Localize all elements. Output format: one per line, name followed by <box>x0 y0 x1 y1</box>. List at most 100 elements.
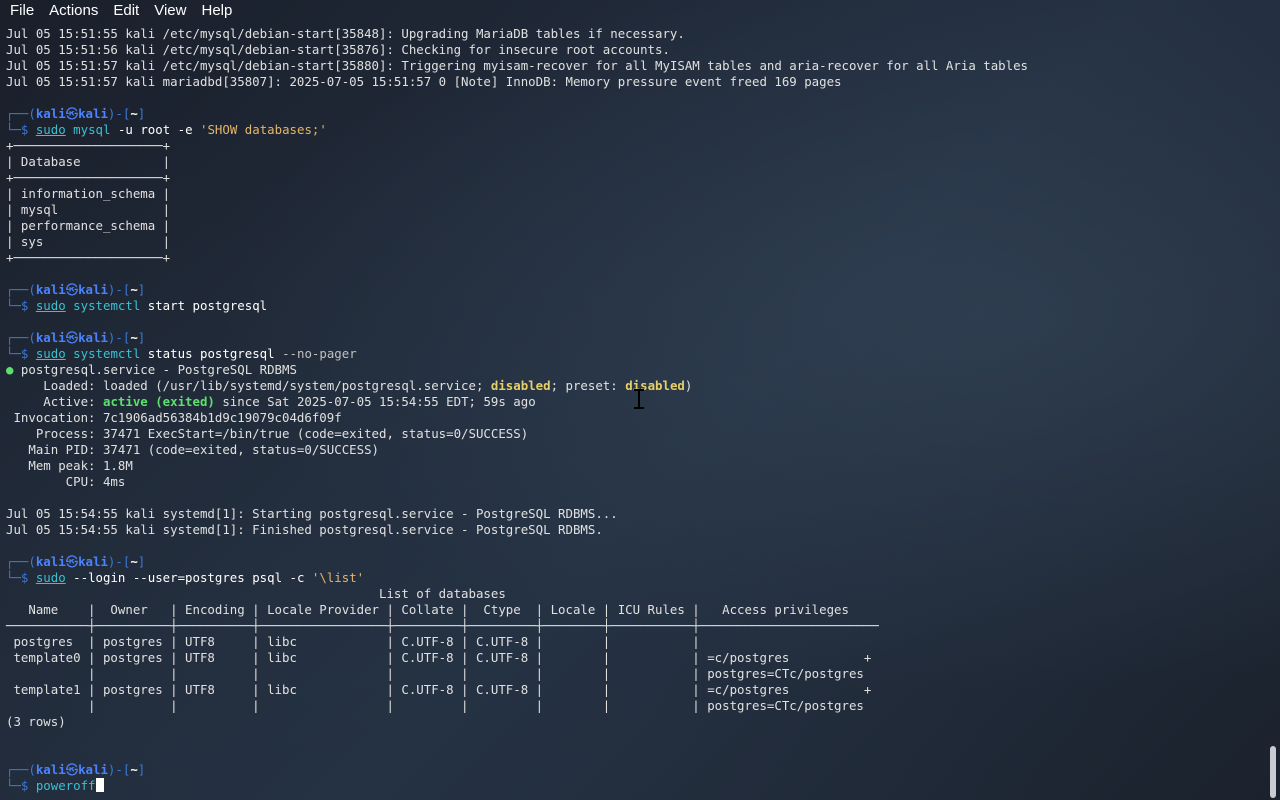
terminal-cursor <box>95 778 104 792</box>
cmd-bin: poweroff <box>35 778 96 793</box>
terminal-output[interactable]: Jul 05 15:51:55 kali /etc/mysql/debian-s… <box>0 22 1268 800</box>
status-active-line: Active: active (exited) since Sat 2025-0… <box>6 394 536 409</box>
log-line: Jul 05 15:51:56 kali /etc/mysql/debian-s… <box>6 42 670 57</box>
table-row: | | | | | | | | postgres=CTc/postgres <box>6 698 879 713</box>
log-line: Jul 05 15:51:57 kali /etc/mysql/debian-s… <box>6 58 1028 73</box>
prompt-line: ┌──(kali㉿kali)-[~] <box>6 330 145 345</box>
cmd-string: 'SHOW databases;' <box>200 122 327 137</box>
prompt-frame: ] <box>137 282 146 297</box>
command-line: └─$ sudo --login --user=postgres psql -c… <box>6 570 364 585</box>
prompt-host: kali <box>78 762 108 777</box>
table-row: postgres | postgres | UTF8 | libc | C.UT… <box>6 634 879 649</box>
prompt-host: kali <box>78 282 108 297</box>
terminal-scrollbar[interactable] <box>1270 746 1276 798</box>
prompt-path: ~ <box>130 762 138 777</box>
prompt-frame: ┌──( <box>6 762 36 777</box>
prompt-frame: )-[ <box>107 282 131 297</box>
status-line: CPU: 4ms <box>6 474 126 489</box>
prompt-host: kali <box>78 106 108 121</box>
skull-icon: ㉿ <box>65 282 79 297</box>
prompt-frame: ┌──( <box>6 282 36 297</box>
command-line: └─$ poweroff <box>6 778 104 793</box>
log-line: Jul 05 15:51:57 kali mariadbd[35807]: 20… <box>6 74 842 89</box>
cmd-args: -u root -e <box>117 122 193 137</box>
status-line: Process: 37471 ExecStart=/bin/true (code… <box>6 426 529 441</box>
table-row: | mysql | <box>6 202 171 217</box>
log-line: Jul 05 15:54:55 kali systemd[1]: Finishe… <box>6 522 603 537</box>
prompt-line: ┌──(kali㉿kali)-[~] <box>6 554 145 569</box>
table-row: | performance_schema | <box>6 218 171 233</box>
prompt-dollar: └─$ <box>6 570 36 585</box>
status-disabled: disabled <box>490 378 551 393</box>
prompt-frame: )-[ <box>107 762 131 777</box>
prompt-path: ~ <box>130 282 138 297</box>
prompt-frame: ] <box>137 330 146 345</box>
status-line: Main PID: 37471 (code=exited, status=0/S… <box>6 442 379 457</box>
table-row: template0 | postgres | UTF8 | libc | C.U… <box>6 650 879 665</box>
prompt-frame: ] <box>137 554 146 569</box>
cmd-sudo: sudo <box>35 346 66 361</box>
prompt-dollar: └─$ <box>6 298 36 313</box>
prompt-line: ┌──(kali㉿kali)-[~] <box>6 282 145 297</box>
table-border: +────────────────────+ <box>6 138 171 153</box>
status-bullet-icon: ● <box>6 362 14 377</box>
cmd-sudo: sudo <box>35 570 66 585</box>
prompt-frame: ] <box>137 106 146 121</box>
skull-icon: ㉿ <box>65 554 79 569</box>
prompt-dollar: └─$ <box>6 778 36 793</box>
menu-edit[interactable]: Edit <box>105 0 146 22</box>
cmd-sudo: sudo <box>35 122 66 137</box>
prompt-user: kali <box>35 762 66 777</box>
prompt-path: ~ <box>130 106 138 121</box>
text-cursor-icon <box>634 389 644 409</box>
command-line: └─$ sudo systemctl status postgresql --n… <box>6 346 357 361</box>
table-border: ───────────┼──────────┼──────────┼──────… <box>6 618 879 633</box>
cmd-bin: systemctl <box>73 298 141 313</box>
skull-icon: ㉿ <box>65 762 79 777</box>
cmd-args: --login --user=postgres psql -c <box>73 570 305 585</box>
terminal-menubar: File Actions Edit View Help <box>0 0 1280 22</box>
status-line: ● postgresql.service - PostgreSQL RDBMS <box>6 362 297 377</box>
log-line: Jul 05 15:54:55 kali systemd[1]: Startin… <box>6 506 618 521</box>
prompt-frame: ┌──( <box>6 106 36 121</box>
table-title: List of databases <box>6 586 879 601</box>
prompt-host: kali <box>78 330 108 345</box>
prompt-host: kali <box>78 554 108 569</box>
prompt-line: ┌──(kali㉿kali)-[~] <box>6 106 145 121</box>
cmd-string: '\list' <box>311 570 365 585</box>
prompt-frame: )-[ <box>107 554 131 569</box>
table-border: +────────────────────+ <box>6 170 171 185</box>
table-row: | information_schema | <box>6 186 171 201</box>
status-line: Mem peak: 1.8M <box>6 458 133 473</box>
command-line: └─$ sudo mysql -u root -e 'SHOW database… <box>6 122 327 137</box>
menu-actions[interactable]: Actions <box>41 0 105 22</box>
menu-file[interactable]: File <box>0 0 41 22</box>
table-footer: (3 rows) <box>6 714 66 729</box>
prompt-frame: )-[ <box>107 330 131 345</box>
prompt-user: kali <box>35 554 66 569</box>
table-header: | Database | <box>6 154 171 169</box>
status-line: Invocation: 7c1906ad56384b1d9c19079c04d6… <box>6 410 342 425</box>
prompt-frame: ] <box>137 762 146 777</box>
prompt-line: ┌──(kali㉿kali)-[~] <box>6 762 145 777</box>
prompt-path: ~ <box>130 330 138 345</box>
cmd-option: --no-pager <box>282 346 357 361</box>
status-loaded: Loaded: loaded (/usr/lib/systemd/system/… <box>6 378 693 393</box>
cmd-sudo: sudo <box>35 298 66 313</box>
prompt-user: kali <box>35 282 66 297</box>
cmd-args: status postgresql <box>147 346 275 361</box>
cmd-bin: mysql <box>73 122 111 137</box>
prompt-dollar: └─$ <box>6 122 36 137</box>
skull-icon: ㉿ <box>65 330 79 345</box>
table-row: | sys | <box>6 234 171 249</box>
prompt-frame: )-[ <box>107 106 131 121</box>
prompt-user: kali <box>35 330 66 345</box>
prompt-user: kali <box>35 106 66 121</box>
prompt-frame: ┌──( <box>6 554 36 569</box>
cmd-args: start postgresql <box>147 298 268 313</box>
cmd-bin: systemctl <box>73 346 141 361</box>
table-row: | | | | | | | | postgres=CTc/postgres <box>6 666 879 681</box>
menu-help[interactable]: Help <box>193 0 239 22</box>
menu-view[interactable]: View <box>146 0 193 22</box>
prompt-path: ~ <box>130 554 138 569</box>
